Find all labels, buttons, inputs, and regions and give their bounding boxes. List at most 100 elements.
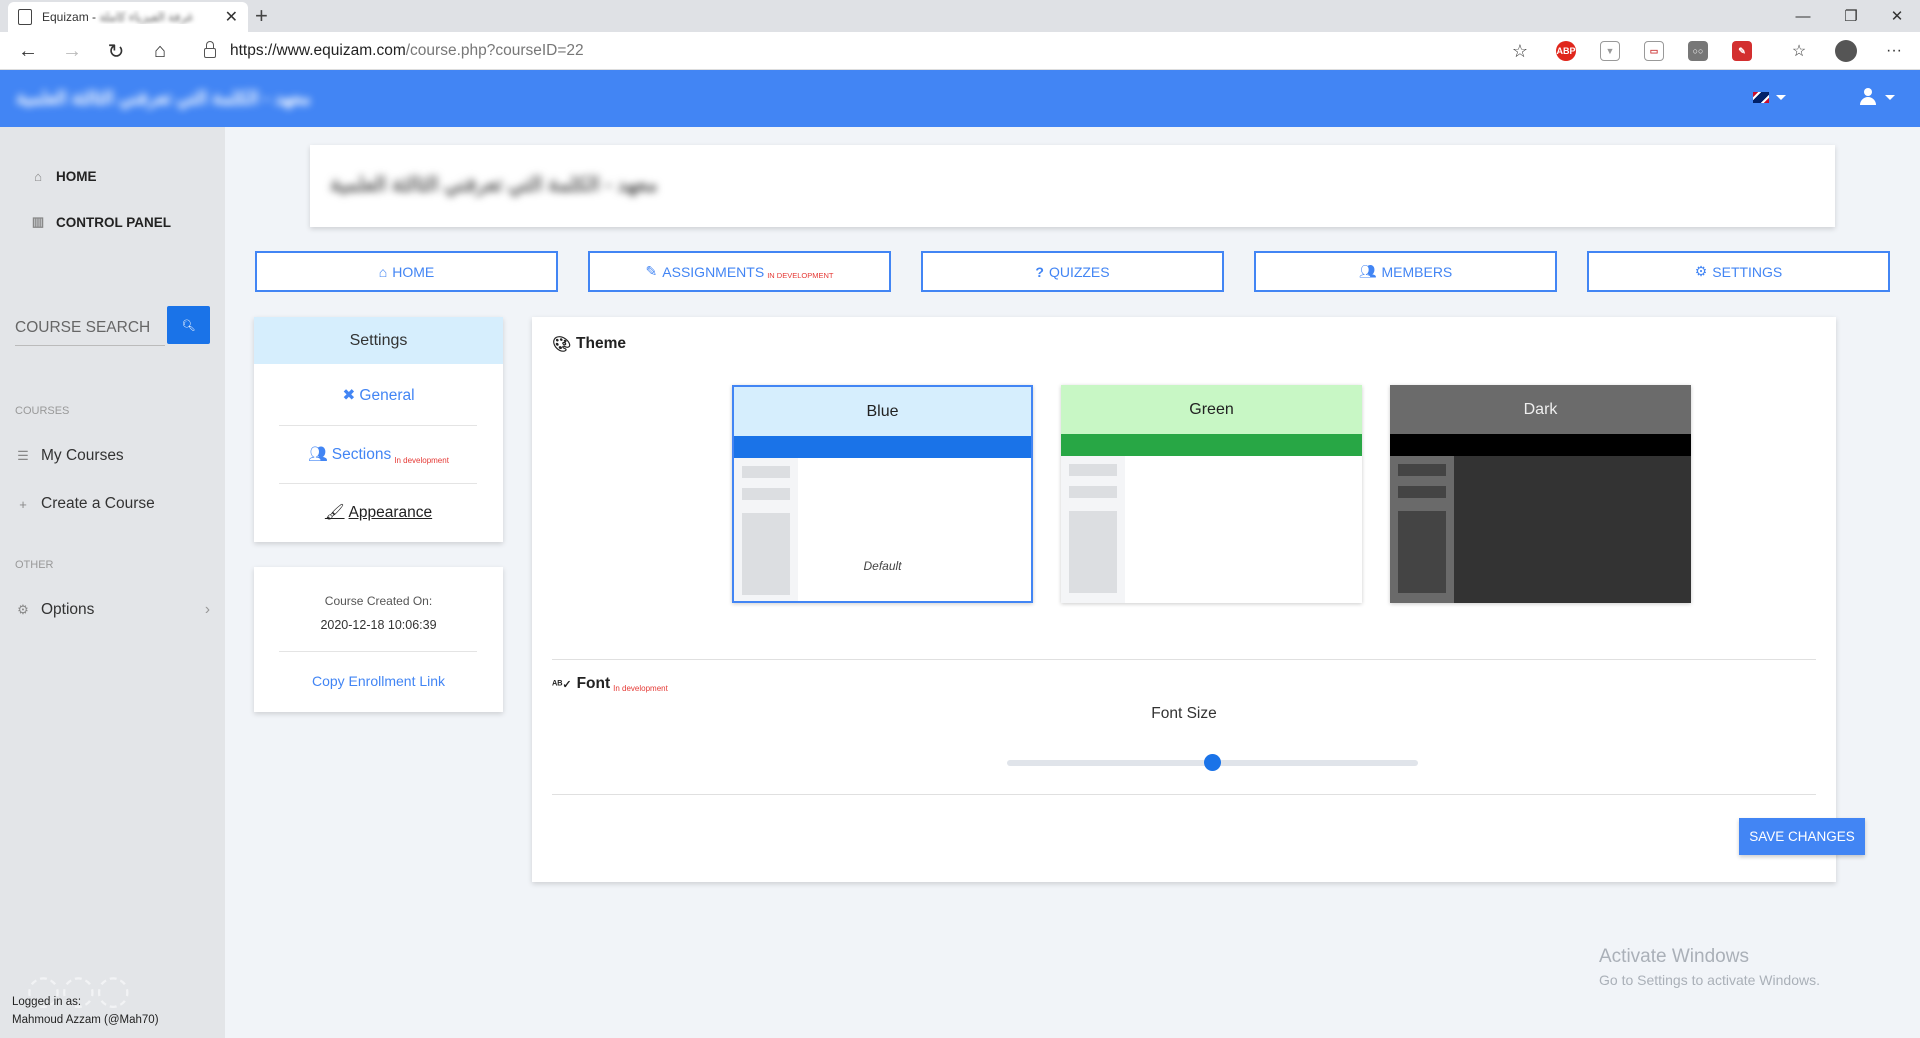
users-icon: 👥︎: [1358, 263, 1377, 279]
theme-preview-body: [1125, 456, 1362, 603]
sidebar-item-create-course[interactable]: + Create a Course: [15, 495, 155, 513]
in-development-badge: In development: [394, 456, 449, 465]
divider: [279, 651, 477, 652]
theme-preview-body: [1454, 456, 1691, 603]
created-value: 2020-12-18 10:06:39: [320, 618, 437, 632]
browser-tab-strip: Equizam - غرفة الفيزياء كاملة ✕ + — ❐ ✕: [0, 0, 1920, 32]
profile-avatar[interactable]: [1832, 38, 1860, 64]
course-search: 🔍︎: [15, 306, 210, 346]
save-changes-button[interactable]: SAVE CHANGES: [1739, 818, 1865, 855]
course-search-input[interactable]: [15, 310, 165, 346]
user-caret-icon[interactable]: [1885, 95, 1895, 100]
refresh-icon[interactable]: ↻: [102, 38, 130, 64]
pencil-icon: ✎: [645, 263, 658, 279]
gear-icon: ⚙: [17, 602, 29, 617]
theme-section-title: 🎨︎ Theme: [552, 335, 627, 353]
columns-icon: ▥: [31, 214, 45, 229]
theme-preview-bar: [1390, 434, 1691, 456]
settings-sections-link[interactable]: 👥︎ Sections In development: [254, 445, 503, 465]
course-nav-quizzes-button[interactable]: ? QUIZZES: [921, 251, 1224, 292]
course-title-card: معهد - الكلمة التي تعرفني الثالثة العلمي…: [310, 145, 1835, 227]
appearance-panel: 🎨︎ Theme Blue Default Green Dark ᴬᴮ✓ Fon…: [532, 317, 1865, 882]
new-tab-button[interactable]: +: [255, 4, 268, 28]
activate-windows-overlay: Activate Windows Go to Settings to activ…: [1599, 946, 1820, 988]
settings-appearance-link[interactable]: 🖌︎ Appearance: [254, 503, 503, 522]
sidebar-item-label: My Courses: [41, 447, 124, 464]
search-icon: 🔍︎: [181, 319, 196, 332]
chevron-right-icon: ›: [204, 601, 210, 618]
tab-title: Equizam - غرفة الفيزياء كاملة: [42, 10, 194, 24]
url-field[interactable]: https://www.equizam.com/course.php?cours…: [192, 37, 1527, 65]
pdf-icon[interactable]: ✎: [1732, 41, 1752, 61]
url-host: https://www.equizam.com: [230, 42, 406, 59]
page-icon: [18, 9, 32, 25]
copy-enrollment-link[interactable]: Copy Enrollment Link: [254, 673, 503, 689]
course-title: معهد - الكلمة التي تعرفني الثالثة العلمي…: [330, 174, 658, 196]
palette-icon: 🎨︎: [552, 336, 572, 353]
font-size-slider-thumb[interactable]: [1204, 754, 1221, 771]
extension-icon[interactable]: ○○: [1688, 41, 1708, 61]
browser-tab[interactable]: Equizam - غرفة الفيزياء كاملة ✕: [8, 2, 248, 32]
minimize-button[interactable]: —: [1780, 0, 1826, 32]
course-nav-assignments-button[interactable]: ✎ ASSIGNMENTS IN DEVELOPMENT: [588, 251, 891, 292]
cast-icon[interactable]: ▭: [1644, 41, 1664, 61]
search-button[interactable]: 🔍︎: [167, 306, 210, 344]
back-icon[interactable]: ←: [14, 38, 42, 64]
divider: [279, 483, 477, 484]
favorites-icon[interactable]: ☆: [1785, 38, 1813, 64]
theme-preview-sidebar: [1061, 456, 1125, 603]
theme-preview-bar: [734, 436, 1031, 458]
sidebar-item-label: HOME: [56, 169, 97, 184]
theme-preview-body: [798, 458, 1031, 601]
theme-option-dark[interactable]: Dark: [1390, 385, 1691, 603]
window-close-button[interactable]: ✕: [1874, 0, 1920, 32]
logged-in-label: Logged in as:: [12, 996, 82, 1008]
app-header: معهد - الكلمة التي تعرفني الثالثة العلمي…: [0, 70, 1920, 127]
home-icon: ⌂: [378, 263, 388, 280]
course-nav-home-button[interactable]: ⌂ HOME: [255, 251, 558, 292]
users-icon: 👥︎: [308, 446, 328, 463]
user-icon[interactable]: [1860, 88, 1876, 106]
url-path: /course.php?courseID=22: [405, 42, 584, 59]
course-nav-members-button[interactable]: 👥︎ MEMBERS: [1254, 251, 1557, 292]
sidebar-item-label: Create a Course: [41, 495, 155, 512]
sidebar-item-options[interactable]: ⚙ Options ›: [15, 601, 210, 619]
activate-title: Activate Windows: [1599, 946, 1749, 967]
sidebar: ⌂ HOME ▥ CONTROL PANEL 🔍︎ COURSES ☰ My C…: [0, 127, 225, 1038]
restore-button[interactable]: ❐: [1828, 0, 1874, 32]
default-label: Default: [863, 559, 902, 573]
logged-in-info: Logged in as: Mahmoud Azzam (@Mah70): [12, 993, 159, 1029]
address-bar: ← → ↻ ⌂ https://www.equizam.com/course.p…: [0, 32, 1920, 70]
settings-general-link[interactable]: ✖ General: [254, 386, 503, 405]
theme-preview-sidebar: [734, 458, 798, 601]
uk-flag-icon[interactable]: [1753, 92, 1769, 103]
divider: [552, 794, 1816, 795]
theme-preview-sidebar: [1390, 456, 1454, 603]
home-icon[interactable]: ⌂: [146, 38, 174, 64]
tools-icon: ✖: [342, 387, 356, 404]
question-icon: ?: [1035, 263, 1044, 280]
sidebar-item-home[interactable]: ⌂ HOME: [30, 169, 97, 184]
more-menu-icon[interactable]: ···: [1880, 38, 1908, 64]
language-caret-icon[interactable]: [1776, 95, 1786, 100]
tab-close-icon[interactable]: ✕: [225, 7, 238, 27]
theme-option-blue[interactable]: Blue Default: [732, 385, 1033, 603]
sidebar-item-label: CONTROL PANEL: [56, 214, 172, 230]
font-icon: ᴬᴮ✓: [552, 678, 572, 691]
course-info-card: Course Created On: 2020-12-18 10:06:39 C…: [254, 567, 503, 712]
sidebar-item-control-panel[interactable]: ▥ CONTROL PANEL: [30, 214, 171, 230]
brand-title[interactable]: معهد - الكلمة التي تعرفني الثالثة العلمي…: [16, 88, 311, 109]
theme-name: Blue: [734, 387, 1031, 436]
adblock-icon[interactable]: ABP: [1556, 41, 1576, 61]
theme-option-green[interactable]: Green: [1061, 385, 1362, 603]
courses-heading: COURSES: [15, 405, 70, 417]
sidebar-item-my-courses[interactable]: ☰ My Courses: [15, 447, 124, 465]
favorite-star-icon[interactable]: ☆: [1506, 38, 1534, 64]
shield-icon[interactable]: ▼: [1600, 41, 1620, 61]
sidebar-item-label: Options: [41, 601, 95, 618]
divider: [279, 425, 477, 426]
logged-in-user: Mahmoud Azzam (@Mah70): [12, 1014, 159, 1026]
course-nav-settings-button[interactable]: ⚙ SETTINGS: [1587, 251, 1890, 292]
in-development-badge: IN DEVELOPMENT: [767, 271, 834, 280]
forward-icon[interactable]: →: [58, 38, 86, 64]
